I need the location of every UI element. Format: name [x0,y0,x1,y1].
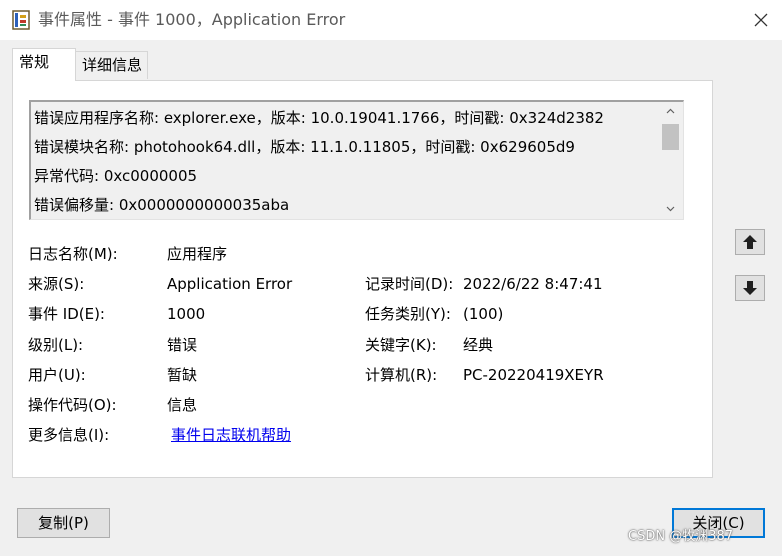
log-name-value: 应用程序 [167,245,228,263]
description-line: 错误偏移量: 0x0000000000035aba [34,196,290,214]
scroll-thumb[interactable] [662,124,679,150]
chevron-down-icon [666,206,674,212]
description-line: 异常代码: 0xc0000005 [34,167,198,185]
scroll-down-arrow[interactable] [659,200,681,218]
chevron-up-icon [666,108,674,114]
event-id-label: 事件 ID(E): [28,305,105,323]
copy-button[interactable]: 复制(P) [17,508,110,538]
user-label: 用户(U): [28,366,86,384]
user-value: 暂缺 [167,366,198,384]
description-scrollbar[interactable] [659,102,681,218]
arrow-up-icon [743,235,757,249]
event-viewer-icon [12,10,30,30]
source-value: Application Error [167,275,293,293]
title-bar: 事件属性 - 事件 1000，Application Error [0,0,782,40]
more-info-label: 更多信息(I): [28,426,110,444]
description-line: 错误模块名称: photohook64.dll，版本: 11.1.0.11805… [34,138,575,156]
task-category-label: 任务类别(Y): [365,305,451,323]
event-id-value: 1000 [167,305,206,323]
level-value: 错误 [167,336,198,354]
watermark: CSDN @牧渊387 [628,529,734,544]
online-help-link[interactable]: 事件日志联机帮助 [171,425,291,445]
source-label: 来源(S): [28,275,85,293]
window-title: 事件属性 - 事件 1000，Application Error [38,10,346,29]
logged-value: 2022/6/22 8:47:41 [463,275,603,293]
tab-details[interactable]: 详细信息 [75,51,148,79]
log-name-label: 日志名称(M): [28,245,118,263]
logged-label: 记录时间(D): [365,275,454,293]
next-event-button[interactable] [735,275,765,301]
description-line: 错误应用程序名称: explorer.exe，版本: 10.0.19041.17… [34,109,604,127]
opcode-value: 信息 [167,396,198,414]
computer-value: PC-20220419XEYR [463,366,604,384]
opcode-label: 操作代码(O): [28,396,117,414]
tab-general-label: 常规 [19,53,50,71]
scroll-up-arrow[interactable] [659,102,681,120]
close-icon [754,13,768,27]
keywords-label: 关键字(K): [365,336,437,354]
computer-label: 计算机(R): [365,366,438,384]
previous-event-button[interactable] [735,229,765,255]
tab-details-label: 详细信息 [82,56,143,74]
tab-general[interactable]: 常规 [12,48,76,81]
event-description-box[interactable]: 错误应用程序名称: explorer.exe，版本: 10.0.19041.17… [29,100,684,220]
level-label: 级别(L): [28,336,84,354]
keywords-value: 经典 [463,336,494,354]
task-category-value: (100) [463,305,504,323]
window-close-button[interactable] [740,0,782,40]
arrow-down-icon [743,281,757,295]
